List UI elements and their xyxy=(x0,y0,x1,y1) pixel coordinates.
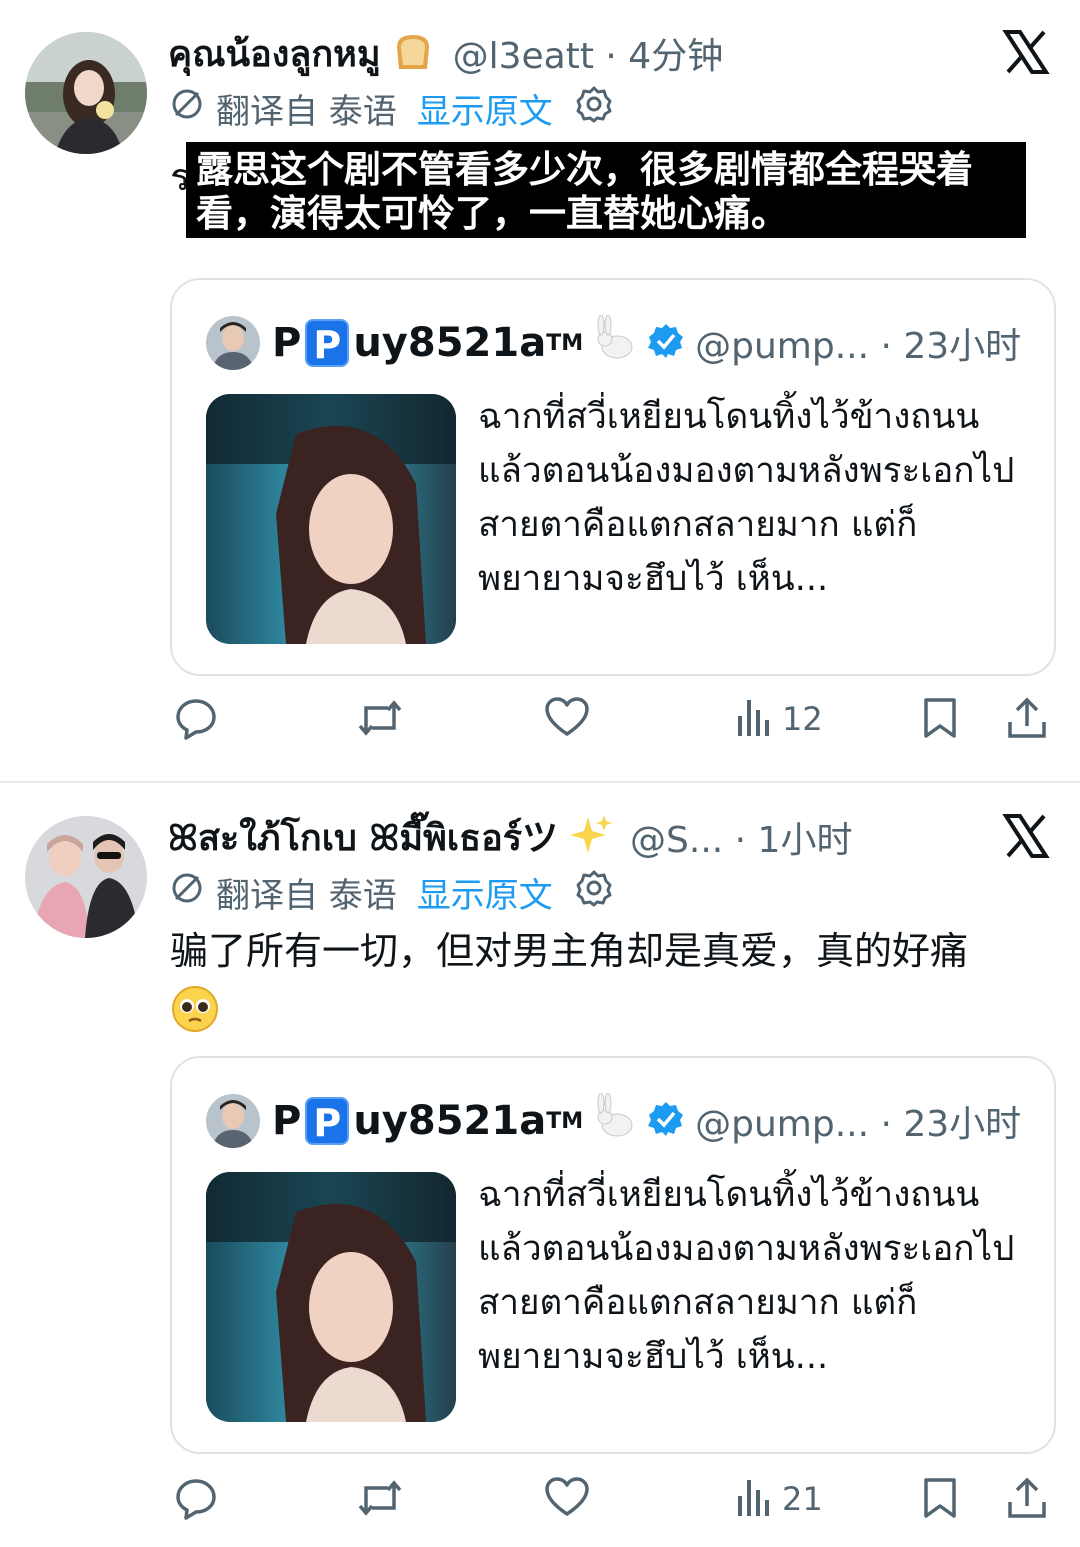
action-bar: 21 xyxy=(170,1476,1050,1526)
views-button[interactable]: 12 xyxy=(734,696,823,742)
avatar[interactable] xyxy=(25,816,147,938)
quoted-body-text: ฉากที่สวี่เหยียนโดนทิ้งไว้ข้างถนน แล้วตอ… xyxy=(478,397,1015,599)
reply-icon xyxy=(174,1476,218,1524)
tweet-header: คุณน้องลูกหมู @l3eatt · 4分钟 xyxy=(168,28,723,78)
share-icon xyxy=(1006,696,1048,744)
share-button[interactable] xyxy=(1006,696,1048,744)
share-icon xyxy=(1006,1476,1048,1524)
trademark-mark: TM xyxy=(546,1108,584,1134)
handle-and-time[interactable]: @S... · 1小时 xyxy=(630,811,852,863)
show-original-link[interactable]: 显示原文 xyxy=(417,84,553,133)
parking-badge: P xyxy=(305,1097,350,1145)
x-logo-icon[interactable] xyxy=(1002,812,1050,860)
tweet-divider xyxy=(0,781,1080,783)
views-icon xyxy=(734,1476,774,1522)
action-bar: 12 xyxy=(170,696,1050,746)
quoted-display-name[interactable]: P P uy8521a TM xyxy=(272,314,637,371)
rabbit-emoji xyxy=(591,314,637,371)
translated-from-label: 翻译自 泰语 xyxy=(216,875,397,916)
quoted-tweet[interactable]: P P uy8521a TM @pump... · 23小时 ฉากที่สวี… xyxy=(170,278,1056,676)
heart-icon xyxy=(544,696,590,742)
pleading-face-emoji xyxy=(170,984,1050,1048)
views-count: 12 xyxy=(782,700,823,738)
views-count: 21 xyxy=(782,1480,823,1518)
x-logo-icon[interactable] xyxy=(1002,28,1050,76)
bookmark-button[interactable] xyxy=(920,1476,960,1524)
bookmark-icon xyxy=(920,696,960,744)
bookmark-icon xyxy=(920,1476,960,1524)
trademark-mark: TM xyxy=(546,330,584,356)
reply-icon xyxy=(174,696,218,744)
reply-button[interactable] xyxy=(174,1476,218,1524)
quoted-handle-time[interactable]: @pump... · 23小时 xyxy=(695,317,1021,369)
bookmark-button[interactable] xyxy=(920,696,960,744)
quoted-body-text: ฉากที่สวี่เหยียนโดนทิ้งไว้ข้างถนน แล้วตอ… xyxy=(478,1175,1015,1377)
retweet-button[interactable] xyxy=(356,1476,404,1524)
views-icon xyxy=(734,696,774,742)
views-button[interactable]: 21 xyxy=(734,1476,823,1522)
show-original-link[interactable]: 显示原文 xyxy=(417,868,553,917)
rabbit-emoji xyxy=(591,1092,637,1149)
tweet[interactable]: ꕤสะใภ้โกเบ ꕤมี๊พิเธอร์ツ @S... · 1小时 翻译自 … xyxy=(0,784,1080,1547)
translate-icon xyxy=(170,87,204,130)
display-name[interactable]: ꕤสะใภ้โกเบ ꕤมี๊พิเธอร์ツ xyxy=(168,809,558,866)
handle-and-time[interactable]: @l3eatt · 4分钟 xyxy=(453,27,724,79)
quoted-tweet[interactable]: P P uy8521a TM @pump... · 23小时 ฉากที่สวี… xyxy=(170,1056,1056,1454)
verified-badge-icon xyxy=(647,322,685,364)
quoted-media-thumbnail[interactable] xyxy=(206,394,456,644)
quoted-name-prefix: P xyxy=(272,320,302,366)
quoted-media-thumbnail[interactable] xyxy=(206,1172,456,1422)
retweet-button[interactable] xyxy=(356,696,404,744)
verified-badge-icon xyxy=(647,1100,685,1142)
quoted-display-name[interactable]: P P uy8521a TM xyxy=(272,1092,637,1149)
gear-icon[interactable] xyxy=(575,85,613,132)
gear-icon[interactable] xyxy=(575,869,613,916)
quoted-header: P P uy8521a TM @pump... · 23小时 xyxy=(206,314,1021,372)
translated-body-text: 露思这个剧不管看多少次，很多剧情都全程哭着看，演得太可怜了，一直替她心痛。 xyxy=(186,142,1026,238)
sparkles-emoji xyxy=(568,813,613,861)
avatar[interactable] xyxy=(25,32,147,154)
like-button[interactable] xyxy=(544,1476,590,1522)
tweet-body: 骗了所有一切，但对男主角却是真爱，真的好痛 xyxy=(170,924,1050,1048)
retweet-icon xyxy=(356,696,404,744)
translation-bar: 翻译自 泰语 显示原文 xyxy=(170,868,613,917)
quoted-avatar[interactable] xyxy=(206,316,260,370)
reply-button[interactable] xyxy=(174,696,218,744)
quoted-name-prefix: P xyxy=(272,1098,302,1144)
quoted-name-suffix: uy8521a xyxy=(353,320,547,366)
tweet[interactable]: คุณน้องลูกหมู @l3eatt · 4分钟 翻译自 泰语 显示原文 … xyxy=(0,0,1080,782)
retweet-icon xyxy=(356,1476,404,1524)
translation-bar: 翻译自 泰语 显示原文 xyxy=(170,84,613,133)
parking-badge: P xyxy=(305,319,350,367)
tweet-header: ꕤสะใภ้โกเบ ꕤมี๊พิเธอร์ツ @S... · 1小时 xyxy=(168,812,852,862)
quoted-handle-time[interactable]: @pump... · 23小时 xyxy=(695,1095,1021,1147)
quoted-avatar[interactable] xyxy=(206,1094,260,1148)
like-button[interactable] xyxy=(544,696,590,742)
quoted-name-suffix: uy8521a xyxy=(353,1098,547,1144)
bread-emoji xyxy=(391,29,435,77)
translate-icon xyxy=(170,871,204,914)
heart-icon xyxy=(544,1476,590,1522)
display-name[interactable]: คุณน้องลูกหมู xyxy=(168,25,381,82)
translated-from-label: 翻译自 泰语 xyxy=(216,91,397,132)
share-button[interactable] xyxy=(1006,1476,1048,1524)
tweet-body-text: 骗了所有一切，但对男主角却是真爱，真的好痛 xyxy=(170,929,969,973)
quoted-header: P P uy8521a TM @pump... · 23小时 xyxy=(206,1092,1021,1150)
